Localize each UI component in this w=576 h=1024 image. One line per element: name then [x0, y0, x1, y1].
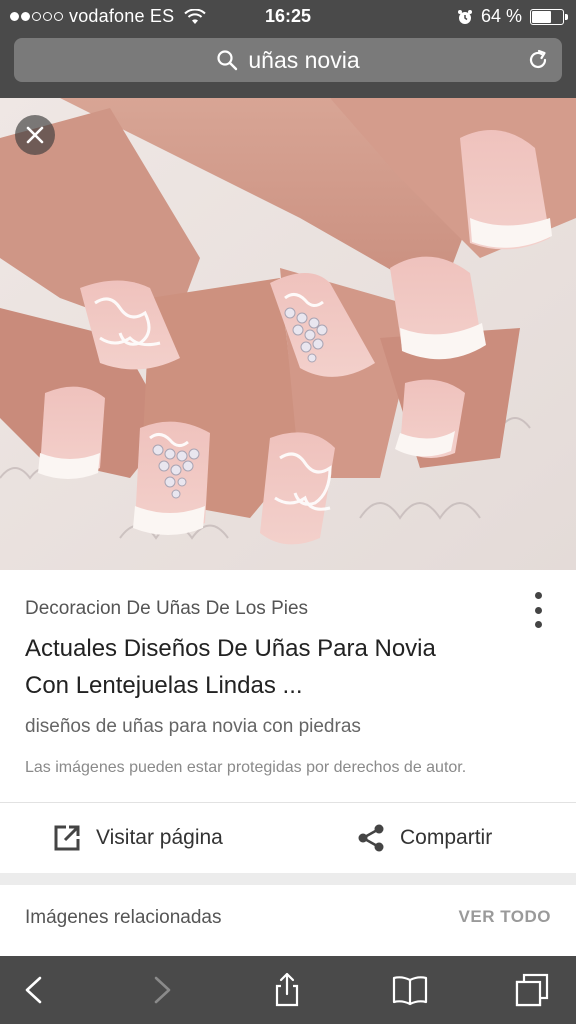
more-options-icon[interactable] — [530, 592, 546, 628]
visit-page-label: Visitar página — [96, 826, 223, 849]
open-external-icon — [54, 825, 80, 851]
nail-art-photo — [0, 98, 576, 570]
result-info-card: Decoracion De Uñas De Los Pies Actuales … — [0, 570, 576, 802]
forward-button[interactable] — [142, 970, 182, 1010]
status-right: 64 % — [457, 6, 568, 27]
result-actions: Visitar página Compartir — [0, 803, 576, 873]
share-icon — [358, 824, 384, 852]
share-page-button[interactable] — [267, 970, 307, 1010]
result-description: diseños de uñas para novia con piedras — [25, 716, 361, 737]
alarm-icon — [457, 9, 472, 24]
visit-page-button[interactable]: Visitar página — [52, 803, 223, 873]
related-images-title: Imágenes relacionadas — [25, 907, 222, 928]
browser-top-bar: vodafone ES 16:25 64 % uñas novia — [0, 0, 576, 98]
view-all-link[interactable]: VER TODO — [459, 907, 551, 927]
search-query: uñas novia — [248, 46, 360, 73]
book-icon — [392, 976, 428, 1006]
result-source[interactable]: Decoracion De Uñas De Los Pies — [25, 598, 308, 620]
image-preview[interactable] — [0, 98, 576, 570]
bookmarks-button[interactable] — [390, 970, 430, 1010]
close-preview-button[interactable] — [15, 115, 55, 155]
section-gap — [0, 873, 576, 885]
reload-icon[interactable] — [526, 48, 550, 72]
share-button[interactable]: Compartir — [356, 803, 492, 873]
chevron-right-icon — [154, 976, 171, 1004]
browser-toolbar — [0, 956, 576, 1024]
result-title[interactable]: Actuales Diseños De Uñas Para Novia Con … — [25, 630, 525, 704]
related-images-section: Imágenes relacionadas VER TODO — [0, 885, 576, 956]
back-button[interactable] — [14, 970, 54, 1010]
status-bar: vodafone ES 16:25 64 % — [0, 0, 576, 34]
share-up-icon — [275, 972, 299, 1007]
close-icon — [26, 126, 44, 144]
result-title-line2: Con Lentejuelas Lindas ... — [25, 672, 303, 699]
share-label: Compartir — [400, 826, 493, 849]
battery-icon — [530, 8, 568, 25]
url-content: uñas novia — [14, 38, 562, 82]
tabs-button[interactable] — [512, 970, 552, 1010]
search-icon — [217, 50, 238, 71]
chevron-left-icon — [25, 976, 42, 1004]
battery-percent: 64 % — [480, 6, 522, 26]
search-url-bar[interactable]: uñas novia — [14, 38, 562, 82]
result-title-line1: Actuales Diseños De Uñas Para Novia — [25, 635, 436, 662]
battery-fill — [532, 10, 551, 23]
tabs-icon — [515, 973, 549, 1007]
copyright-notice: Las imágenes pueden estar protegidas por… — [25, 759, 467, 776]
